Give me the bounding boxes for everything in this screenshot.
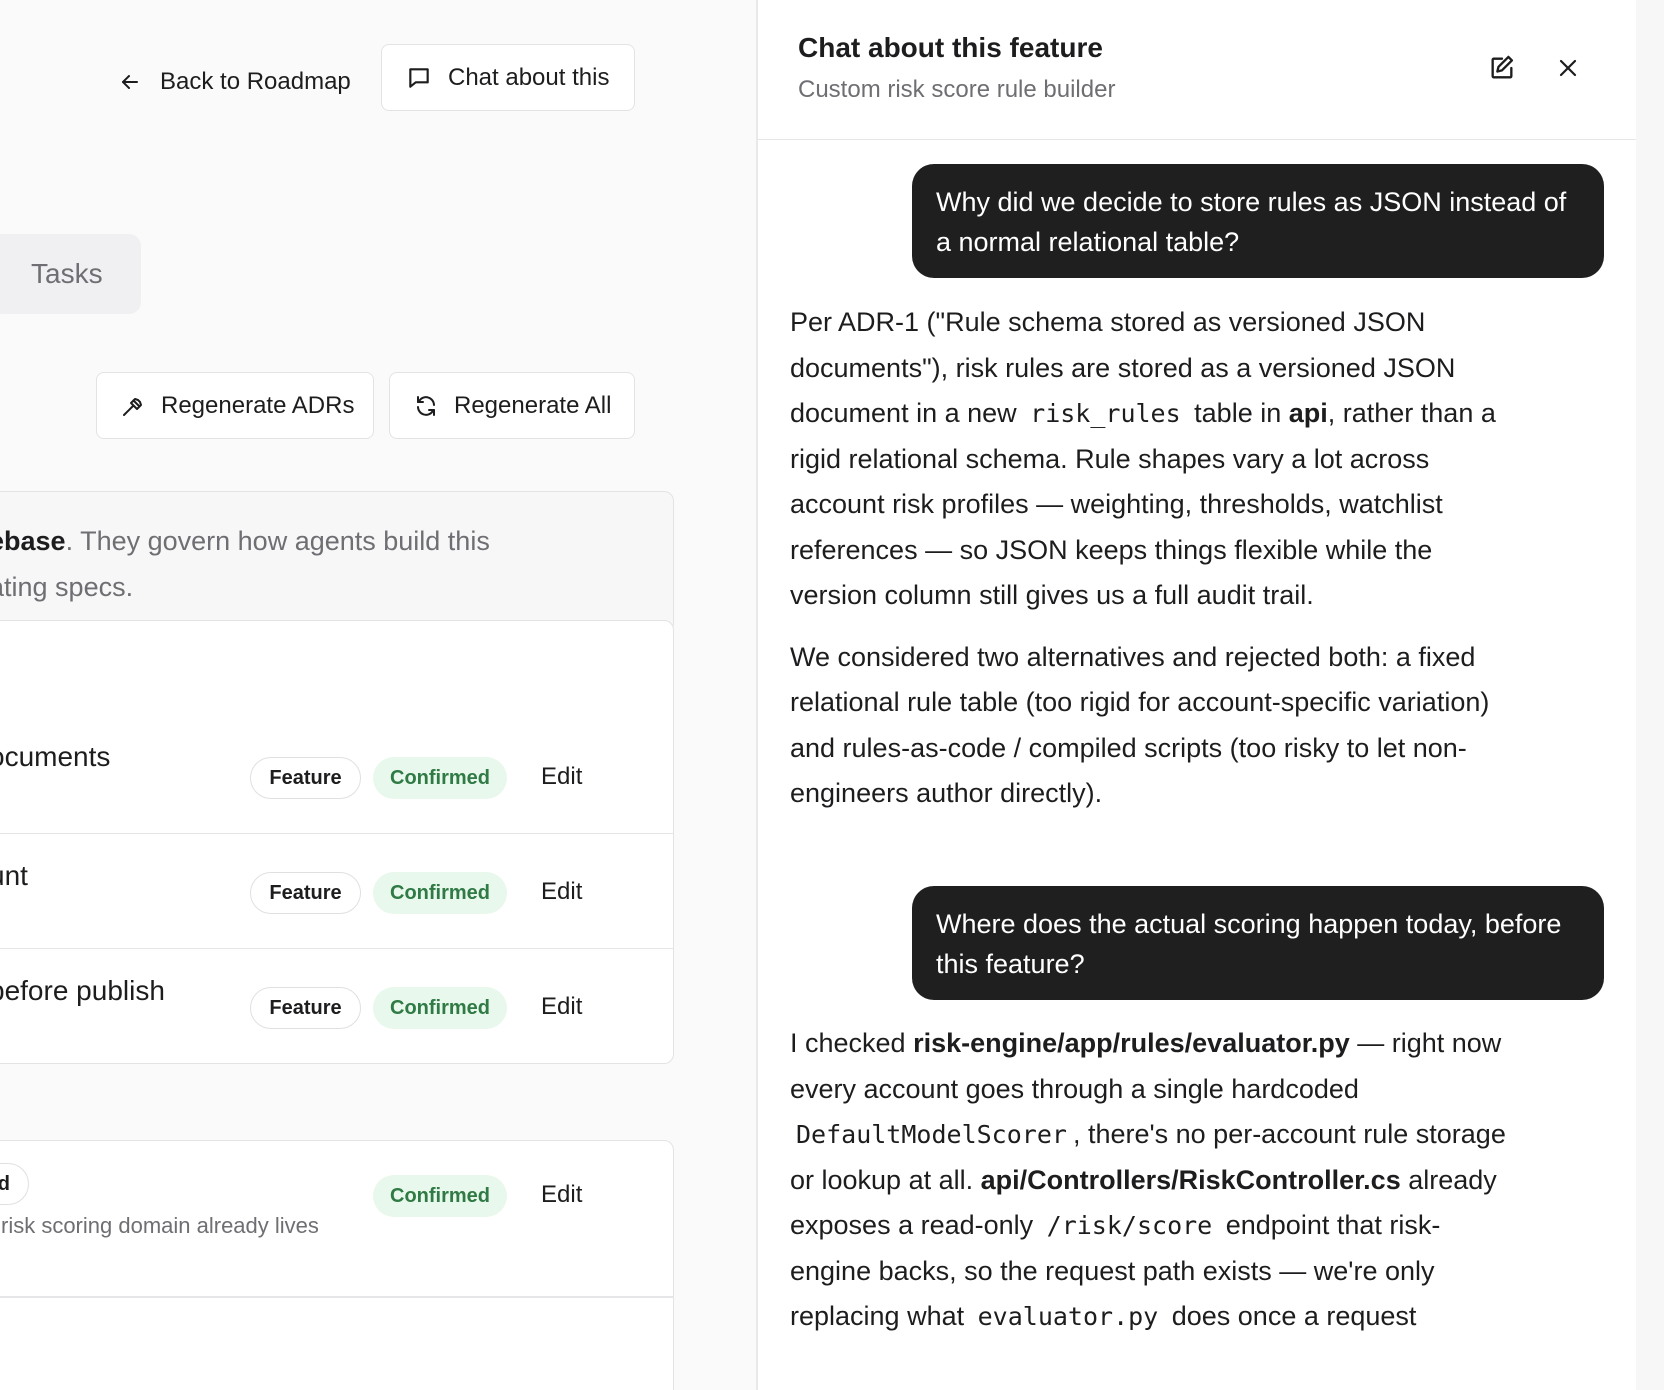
adr-info-banner: ebase. They govern how agents build this… [0,491,674,633]
context-description: risk scoring domain already lives [1,1213,319,1238]
status-badge: Confirmed [373,872,507,914]
assistant-paragraph: Per ADR-1 ("Rule schema stored as versio… [790,300,1520,619]
bold-text: api [1288,398,1328,428]
chat-subtitle: Custom risk score rule builder [798,76,1116,103]
text: table in [1186,398,1289,428]
chat-title: Chat about this feature [798,32,1103,63]
refresh-icon [417,395,435,416]
close-icon [1559,59,1577,77]
feature-detail-pane: Back to Roadmap Chat about this Tasks Re… [0,0,756,1390]
chat-about-this-label: Chat about this [448,63,610,91]
info-text-2: ating specs. [0,572,134,602]
context-row[interactable]: d risk scoring domain already lives Conf… [0,1141,673,1299]
back-to-roadmap-link[interactable]: Back to Roadmap [118,62,351,102]
edit-link[interactable]: Edit [541,763,582,791]
adr-row-title: before publish [0,975,165,1006]
info-text-1: . They govern how agents build this [65,526,490,556]
context-card: d risk scoring domain already lives Conf… [0,1140,674,1390]
inline-code: /risk/score [1046,1211,1213,1240]
new-chat-button[interactable] [1482,48,1522,88]
chat-panel: Chat about this feature Custom risk scor… [758,0,1636,1390]
tab-tasks-label: Tasks [31,258,103,289]
adr-row[interactable]: before publish Feature Confirmed Edit [0,948,673,1063]
adr-row[interactable]: ocuments Feature Confirmed Edit [0,711,673,833]
user-message: Where does the actual scoring happen tod… [912,886,1604,1000]
message-square-icon [409,67,429,88]
chat-about-this-button[interactable]: Chat about this [381,44,635,111]
assistant-message: Per ADR-1 ("Rule schema stored as versio… [790,300,1520,833]
text: , rather than a rigid relational schema.… [790,398,1496,610]
inline-code: DefaultModelScorer [796,1120,1067,1149]
type-badge: Feature [250,757,361,799]
info-bold-text: ebase [0,526,66,556]
edit-link[interactable]: Edit [541,993,582,1021]
user-message: Why did we decide to store rules as JSON… [912,164,1604,278]
regenerate-adrs-button[interactable]: Regenerate ADRs [96,372,374,439]
adr-list-card: ocuments Feature Confirmed Edit unt Feat… [0,620,674,1064]
assistant-message: I checked risk-engine/app/rules/evaluato… [790,1021,1520,1356]
back-to-roadmap-label: Back to Roadmap [160,68,351,95]
regenerate-all-label: Regenerate All [454,391,612,419]
arrow-left-icon [122,75,138,89]
edit-link[interactable]: Edit [541,1181,582,1209]
assistant-paragraph: We considered two alternatives and rejec… [790,641,1490,809]
bold-text: api/Controllers/RiskController.cs [980,1164,1401,1195]
status-badge: Confirmed [373,757,507,799]
assistant-paragraph: I checked risk-engine/app/rules/evaluato… [790,1021,1520,1340]
tab-tasks[interactable]: Tasks [0,234,141,314]
adr-row-title: unt [0,860,28,891]
type-badge: Feature [250,872,361,914]
chat-header: Chat about this feature Custom risk scor… [758,0,1636,140]
text: I checked [790,1028,914,1058]
text: does once a request [1164,1301,1417,1331]
close-chat-button[interactable] [1548,48,1588,88]
adr-row-title: ocuments [0,741,111,772]
row-divider [0,1296,673,1298]
regenerate-adrs-label: Regenerate ADRs [161,391,355,419]
status-badge: Confirmed [373,987,507,1029]
regenerate-all-button[interactable]: Regenerate All [389,372,635,439]
edit-icon [1491,55,1514,79]
inline-code: evaluator.py [977,1302,1159,1331]
edit-link[interactable]: Edit [541,878,582,906]
hammer-icon [123,397,142,416]
adr-row[interactable]: unt Feature Confirmed Edit [0,833,673,955]
type-badge: Feature [250,987,361,1029]
status-badge: Confirmed [373,1175,507,1217]
right-gutter [1636,0,1664,1390]
inline-code: risk_rules [1030,399,1181,428]
context-badge: d [0,1163,29,1205]
bold-text: risk-engine/app/rules/evaluator.py [913,1028,1350,1058]
